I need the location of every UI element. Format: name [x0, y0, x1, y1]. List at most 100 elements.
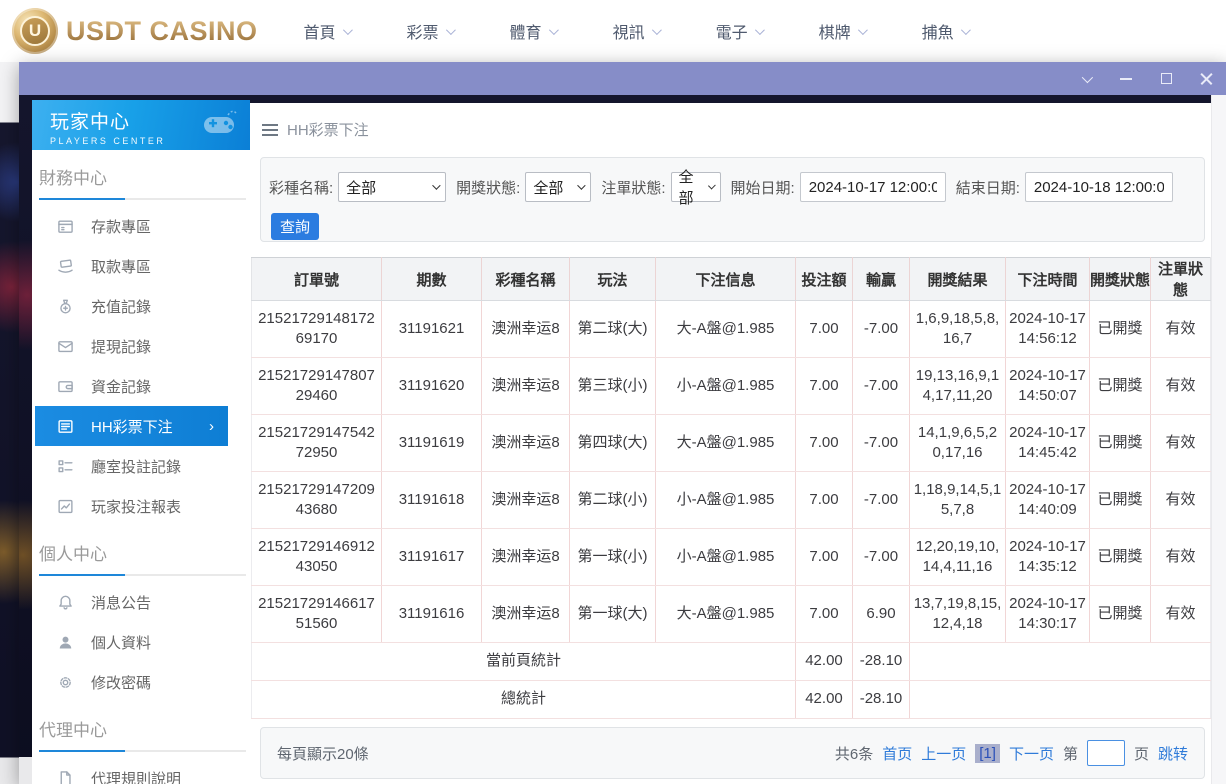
order-status-select[interactable]: 全部 [671, 172, 721, 202]
table-cell: 有效 [1151, 415, 1211, 472]
table-cell: 澳洲幸运8 [482, 529, 570, 586]
sidebar-item-lottery-bet[interactable]: HH彩票下注 › [35, 406, 228, 446]
table-cell: 31191621 [382, 301, 482, 358]
table-cell: 大-A盤@1.985 [656, 301, 796, 358]
table-cell: -7.00 [853, 415, 910, 472]
breadcrumb: HH彩票下注 [250, 103, 1211, 140]
nav-item[interactable]: 首頁 [304, 19, 350, 43]
table-cell: 第三球(小) [570, 358, 656, 415]
lottery-bet-icon [57, 418, 74, 435]
nav-item-label: 首頁 [304, 19, 336, 43]
table-cell: 第一球(大) [570, 586, 656, 643]
table-row: 215217291475427295031191619澳洲幸运8第四球(大)大-… [252, 415, 1211, 472]
table-cell: 已開獎 [1090, 358, 1151, 415]
nav-item-label: 捕魚 [922, 19, 954, 43]
sidebar-item-label: 資金記錄 [91, 376, 151, 397]
nav-item[interactable]: 電子 [716, 19, 762, 43]
table-cell: 澳洲幸运8 [482, 301, 570, 358]
search-button[interactable]: 查詢 [271, 213, 319, 240]
nav-item[interactable]: 視訊 [613, 19, 659, 43]
top-nav: 首頁 彩票 體育 視訊 電子 棋牌 捕魚 [304, 19, 968, 43]
page-jump-input[interactable] [1087, 740, 1125, 766]
column-header: 開獎狀態 [1090, 258, 1151, 301]
sidebar-item-password[interactable]: 修改密碼 › [32, 662, 250, 702]
gamepad-icon [198, 107, 240, 141]
next-page-link[interactable]: 下一页 [1009, 743, 1054, 764]
sidebar-item-withdrawal-record[interactable]: 提現記錄 › [32, 326, 250, 366]
current-page-indicator[interactable]: [1] [975, 744, 1000, 763]
table-cell: 6.90 [853, 586, 910, 643]
agent-rules-icon [57, 770, 74, 784]
sidebar-item-deposit[interactable]: 存款專區 › [32, 206, 250, 246]
sidebar-item-recharge-record[interactable]: 充值記錄 › [32, 286, 250, 326]
table-cell: -7.00 [853, 529, 910, 586]
jump-link[interactable]: 跳转 [1158, 743, 1188, 764]
window-collapse-button[interactable] [1078, 71, 1094, 87]
table-cell: 已開獎 [1090, 586, 1151, 643]
table-cell: 31191620 [382, 358, 482, 415]
column-header: 彩種名稱 [482, 258, 570, 301]
sidebar-item-agent-rules[interactable]: 代理規則說明 › [32, 758, 250, 784]
chevron-down-icon [432, 181, 440, 189]
table-cell: 2024-10-17 14:50:07 [1006, 358, 1090, 415]
chevron-down-icon [652, 25, 662, 35]
sidebar-item-hall-bet-record[interactable]: 廳室投註記錄 › [32, 446, 250, 486]
nav-item[interactable]: 捕魚 [922, 19, 968, 43]
sidebar-section: 代理中心 代理規則說明 › [32, 716, 250, 784]
table-cell: 7.00 [796, 586, 853, 643]
page-summary-label: 當前頁統計 [252, 643, 796, 681]
chevron-down-icon [961, 25, 971, 35]
chevron-down-icon [1082, 71, 1093, 82]
table-cell: 澳洲幸运8 [482, 358, 570, 415]
brand-logo[interactable]: U USDT CASINO [12, 8, 258, 54]
table-cell: 7.00 [796, 358, 853, 415]
nav-item[interactable]: 體育 [510, 19, 556, 43]
sidebar-item-label: 充值記錄 [91, 296, 151, 317]
sidebar-item-label: 存款專區 [91, 216, 151, 237]
player-report-icon [57, 498, 74, 515]
sidebar-sections: 財務中心 存款專區 › 取款專區 › 充值記錄 › [32, 164, 250, 784]
section-divider [39, 574, 246, 576]
menu-icon[interactable] [262, 124, 278, 136]
table-cell: 1,6,9,18,5,8,16,7 [910, 301, 1006, 358]
lottery-name-select[interactable]: 全部 [338, 172, 446, 202]
window-close-button[interactable] [1198, 71, 1214, 87]
chevron-down-icon [578, 181, 586, 189]
window-minimize-button[interactable] [1118, 71, 1134, 87]
sidebar-item-withdraw[interactable]: 取款專區 › [32, 246, 250, 286]
sidebar-item-funds-record[interactable]: 資金記錄 › [32, 366, 250, 406]
nav-item[interactable]: 棋牌 [819, 19, 865, 43]
start-date-input[interactable] [800, 172, 946, 202]
sidebar-item-player-report[interactable]: 玩家投注報表 › [32, 486, 250, 526]
chevron-down-icon [342, 25, 352, 35]
window-titlebar [19, 62, 1226, 95]
sidebar-item-label: 代理規則說明 [91, 768, 181, 784]
sidebar-item-announcement[interactable]: 消息公告 › [32, 582, 250, 622]
table-cell: 7.00 [796, 472, 853, 529]
end-date-input[interactable] [1025, 172, 1173, 202]
page-prefix-text: 第 [1063, 743, 1078, 764]
order-status-value: 全部 [679, 166, 702, 208]
prev-page-link[interactable]: 上一页 [921, 743, 966, 764]
first-page-link[interactable]: 首页 [882, 743, 912, 764]
nav-item[interactable]: 彩票 [407, 19, 453, 43]
withdrawal-record-icon [57, 338, 74, 355]
table-cell: 2152172914691243050 [252, 529, 382, 586]
order-status-label: 注單狀態: [601, 177, 665, 198]
withdraw-icon [57, 258, 74, 275]
total-summary-bet: 42.00 [796, 681, 853, 719]
chevron-down-icon [549, 25, 559, 35]
scrollbar[interactable] [1211, 95, 1226, 784]
table-row: 215217291466175156031191616澳洲幸运8第一球(大)大-… [252, 586, 1211, 643]
section-divider [39, 750, 246, 752]
table-cell: 2152172914817269170 [252, 301, 382, 358]
recharge-record-icon [57, 298, 74, 315]
draw-status-select[interactable]: 全部 [525, 172, 591, 202]
sidebar-section: 財務中心 存款專區 › 取款專區 › 充值記錄 › [32, 164, 250, 526]
page-title: HH彩票下注 [287, 119, 369, 140]
sidebar-item-profile[interactable]: 個人資料 › [32, 622, 250, 662]
table-cell: 第二球(大) [570, 301, 656, 358]
table-cell: 31191616 [382, 586, 482, 643]
table-header-row: 訂單號期數彩種名稱玩法下注信息投注額輸贏開獎結果下注時間開獎狀態注單狀態 [252, 258, 1211, 301]
window-maximize-button[interactable] [1158, 71, 1174, 87]
